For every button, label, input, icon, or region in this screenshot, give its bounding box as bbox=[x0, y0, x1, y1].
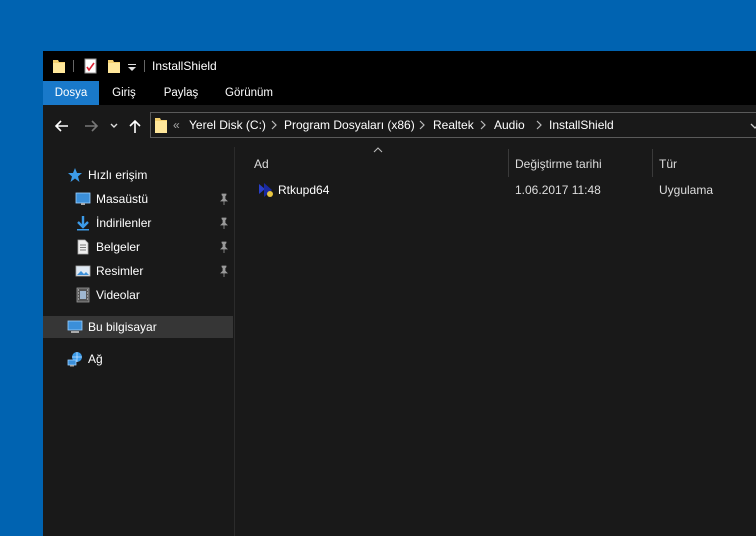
nav-pictures[interactable]: Resimler bbox=[43, 260, 233, 282]
computer-icon bbox=[67, 320, 83, 333]
ribbon-tabs: Dosya Giriş Paylaş Görünüm bbox=[43, 81, 756, 105]
qat-separator bbox=[73, 60, 74, 72]
file-date: 1.06.2017 11:48 bbox=[515, 183, 601, 197]
address-bar[interactable]: « Yerel Disk (C:) Program Dosyaları (x86… bbox=[150, 112, 756, 138]
column-label: Tür bbox=[659, 157, 677, 171]
network-icon bbox=[67, 352, 82, 367]
chevron-right-icon[interactable] bbox=[534, 119, 544, 131]
file-list: Ad Değiştirme tarihi Tür Rtkupd64 1.06.2… bbox=[236, 147, 756, 536]
table-row[interactable]: Rtkupd64 1.06.2017 11:48 Uygulama bbox=[248, 179, 756, 201]
videos-icon bbox=[76, 287, 90, 303]
chevron-right-icon[interactable] bbox=[269, 119, 279, 131]
qat-separator bbox=[144, 60, 145, 72]
desktop-icon bbox=[75, 192, 91, 205]
pictures-icon bbox=[75, 265, 91, 277]
back-arrow-icon[interactable] bbox=[53, 118, 71, 134]
column-label: Değiştirme tarihi bbox=[515, 157, 602, 171]
breadcrumb-overflow[interactable]: « bbox=[173, 118, 180, 132]
pin-icon[interactable] bbox=[219, 193, 229, 205]
documents-icon bbox=[77, 239, 89, 255]
window-title: InstallShield bbox=[152, 59, 217, 73]
explorer-window: InstallShield Dosya Giriş Paylaş Görünüm… bbox=[43, 51, 756, 536]
nav-label: Belgeler bbox=[96, 240, 141, 254]
nav-this-pc[interactable]: Bu bilgisayar bbox=[43, 316, 233, 338]
nav-label: Hızlı erişim bbox=[88, 168, 148, 182]
breadcrumb-realtek[interactable]: Realtek bbox=[433, 118, 474, 132]
column-header-date[interactable]: Değiştirme tarihi bbox=[509, 147, 651, 179]
nav-documents[interactable]: Belgeler bbox=[43, 236, 233, 258]
nav-downloads[interactable]: İndirilenler bbox=[43, 212, 233, 234]
breadcrumb-audio[interactable]: Audio bbox=[494, 118, 525, 132]
recent-locations-chevron-icon[interactable] bbox=[109, 118, 127, 134]
file-type: Uygulama bbox=[659, 183, 714, 197]
star-icon bbox=[68, 168, 82, 182]
file-name: Rtkupd64 bbox=[278, 183, 330, 197]
downloads-icon bbox=[77, 216, 89, 231]
forward-arrow-icon[interactable] bbox=[82, 118, 100, 134]
new-folder-icon[interactable] bbox=[107, 58, 121, 74]
pin-icon[interactable] bbox=[219, 241, 229, 253]
chevron-right-icon[interactable] bbox=[478, 119, 488, 131]
chevron-down-icon[interactable] bbox=[749, 121, 756, 131]
nav-label: İndirilenler bbox=[96, 216, 152, 230]
pin-icon[interactable] bbox=[219, 217, 229, 229]
column-header-name[interactable]: Ad bbox=[236, 147, 508, 179]
nav-label: Bu bilgisayar bbox=[88, 320, 157, 334]
folder-icon bbox=[155, 118, 167, 133]
nav-desktop[interactable]: Masaüstü bbox=[43, 188, 233, 210]
navigation-bar: « Yerel Disk (C:) Program Dosyaları (x86… bbox=[43, 105, 756, 147]
nav-videos[interactable]: Videolar bbox=[43, 284, 233, 306]
sort-ascending-icon bbox=[373, 147, 383, 153]
folder-icon bbox=[53, 60, 65, 73]
title-bar: InstallShield bbox=[43, 51, 756, 81]
tab-view[interactable]: Görünüm bbox=[216, 81, 282, 105]
tab-share[interactable]: Paylaş bbox=[155, 81, 207, 105]
breadcrumb-local-disk[interactable]: Yerel Disk (C:) bbox=[189, 118, 266, 132]
tab-file[interactable]: Dosya bbox=[43, 81, 99, 105]
up-arrow-icon[interactable] bbox=[127, 118, 145, 134]
navigation-pane: Hızlı erişim Masaüstü İndirilenler Belge… bbox=[43, 147, 235, 536]
application-icon bbox=[259, 183, 273, 197]
pin-icon[interactable] bbox=[219, 265, 229, 277]
tab-home[interactable]: Giriş bbox=[103, 81, 145, 105]
column-header-type[interactable]: Tür bbox=[653, 147, 756, 179]
properties-icon[interactable] bbox=[84, 58, 98, 74]
nav-label: Ağ bbox=[88, 352, 103, 366]
chevron-right-icon[interactable] bbox=[417, 119, 427, 131]
nav-label: Masaüstü bbox=[96, 192, 149, 206]
nav-label: Videolar bbox=[96, 288, 140, 302]
customize-qat-icon[interactable] bbox=[127, 58, 137, 74]
nav-label: Resimler bbox=[96, 264, 144, 278]
breadcrumb-program-files[interactable]: Program Dosyaları (x86) bbox=[284, 118, 415, 132]
nav-quick-access[interactable]: Hızlı erişim bbox=[43, 164, 233, 186]
nav-network[interactable]: Ağ bbox=[43, 348, 233, 370]
column-label: Ad bbox=[254, 157, 269, 171]
breadcrumb-installshield[interactable]: InstallShield bbox=[549, 118, 614, 132]
